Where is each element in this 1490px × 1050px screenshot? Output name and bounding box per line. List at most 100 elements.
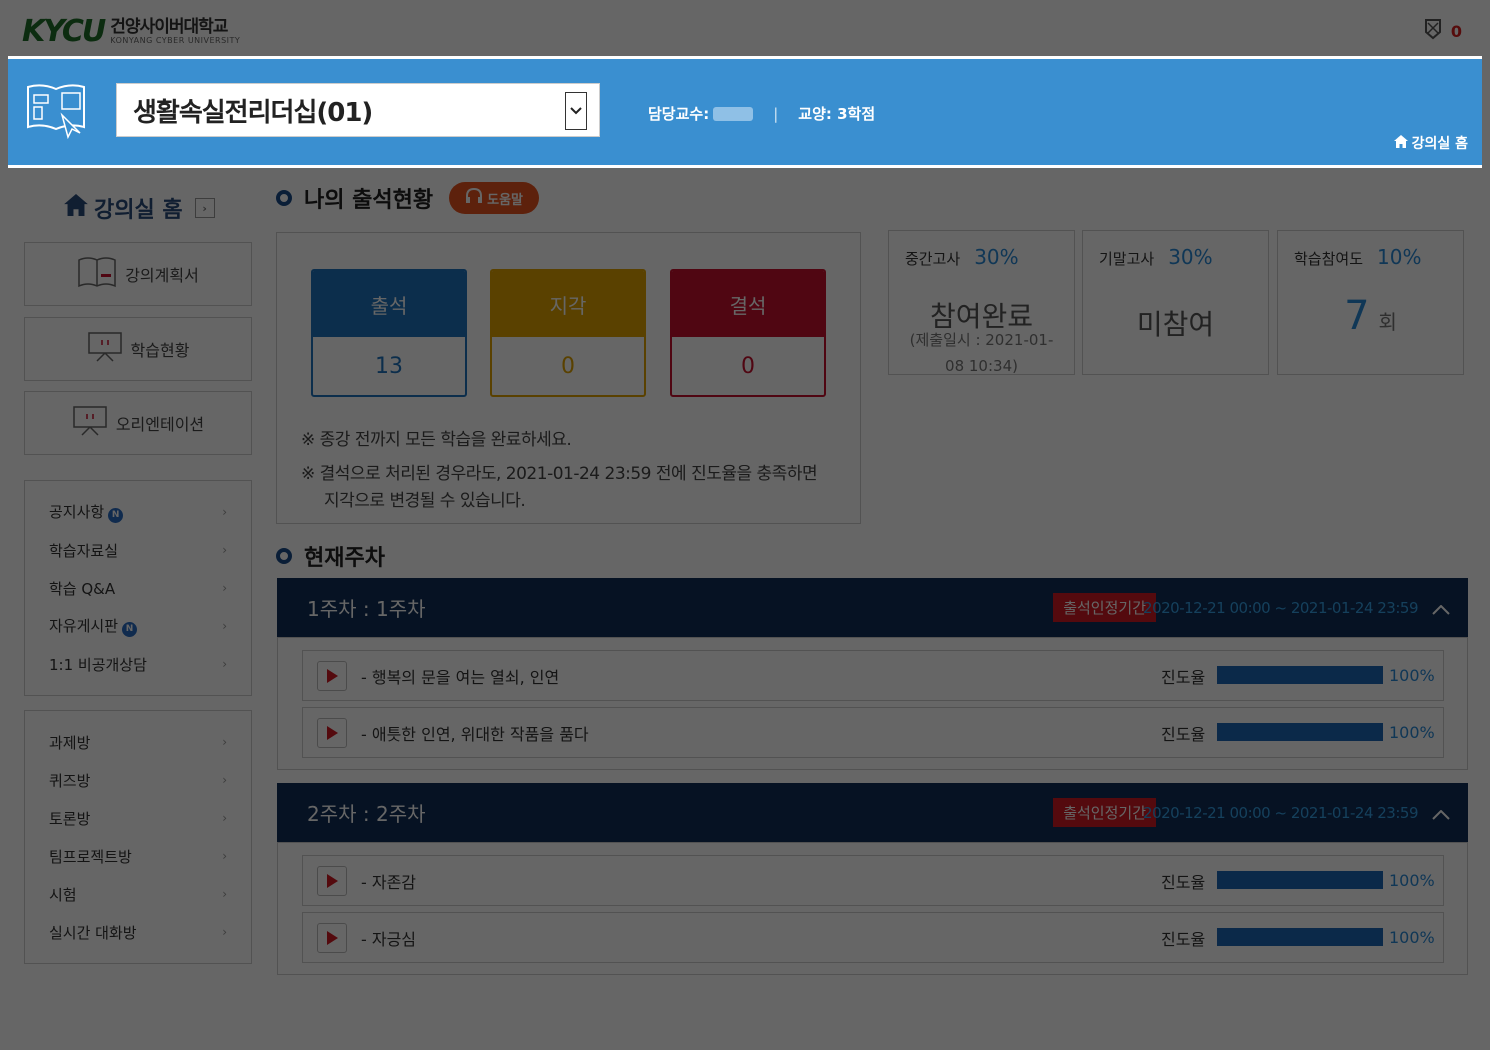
lesson-row[interactable]: - 애틋한 인연, 위대한 작품을 품다 진도율 100% [302, 707, 1444, 758]
progress-label: 진도율 [1161, 929, 1206, 949]
sidebar-item-live-chat[interactable]: 실시간 대화방 › [25, 913, 251, 951]
week-lessons-2: - 자존감 진도율 100% - 자긍심 진도율 100% [277, 842, 1468, 975]
week-title: 2주차 : 2주차 [307, 802, 426, 826]
card-label: 지각 [492, 271, 644, 337]
dim-overlay-left [0, 56, 8, 168]
sidebar-item-team-project[interactable]: 팀프로젝트방 › [25, 837, 251, 875]
score-weight: 30% [974, 245, 1019, 269]
new-badge: N [108, 507, 124, 523]
play-icon[interactable] [317, 866, 347, 896]
sidebar-item-label: 실시간 대화방 [49, 923, 137, 942]
sidebar-item-label: 팀프로젝트방 [49, 847, 132, 866]
chevron-right-icon: › [222, 619, 227, 633]
week-header-2[interactable]: 2주차 : 2주차 출석인정기간 2020-12-21 00:00 ~ 2021… [277, 783, 1468, 842]
professor-label: 담당교수: [648, 105, 710, 123]
attendance-present-card: 출석 13 [311, 269, 467, 397]
syllabus-button[interactable]: 강의계획서 [24, 242, 252, 306]
course-select[interactable]: 생활속실전리더십(01) [116, 83, 600, 137]
sidebar-item-notice[interactable]: 공지사항 N › [25, 493, 251, 531]
week-header-1[interactable]: 1주차 : 1주차 출석인정기간 2020-12-21 00:00 ~ 2021… [277, 578, 1468, 637]
home-icon [64, 194, 88, 222]
score-weight: 10% [1377, 245, 1422, 269]
current-week-section-title: 현재주차 [276, 540, 385, 572]
sidebar-item-qna[interactable]: 학습 Q&A › [25, 569, 251, 607]
score-status: 미참여 [1136, 308, 1215, 341]
sidebar-item-exam[interactable]: 시험 › [25, 875, 251, 913]
sidebar-item-label: 퀴즈방 [49, 771, 91, 790]
sidebar-item-assignment[interactable]: 과제방 › [25, 723, 251, 761]
lesson-row[interactable]: - 자존감 진도율 100% [302, 855, 1444, 906]
book-icon [77, 254, 117, 294]
week-title: 1주차 : 1주차 [307, 597, 426, 621]
classroom-icon [24, 81, 88, 145]
orientation-label: 오리엔테이션 [115, 415, 205, 434]
participation-score-box[interactable]: 학습참여도 10% 7 회 [1277, 230, 1464, 375]
progress-fill [1217, 723, 1383, 741]
lesson-row[interactable]: - 자긍심 진도율 100% [302, 912, 1444, 963]
bullet-icon [276, 548, 292, 564]
chevron-right-icon: › [222, 773, 227, 787]
course-info: 담당교수: | 교양: 3학점 [648, 103, 875, 124]
notification-area[interactable]: 0 [1423, 18, 1462, 44]
midterm-score-box[interactable]: 중간고사 30% 참여완료 (제출일시 : 2021-01- 08 10:34) [888, 230, 1075, 375]
classroom-home-link[interactable]: 강의실 홈 [1393, 133, 1468, 153]
play-icon[interactable] [317, 718, 347, 748]
chevron-up-icon[interactable] [1432, 801, 1450, 825]
progress-bar [1217, 871, 1383, 889]
progress-percent: 100% [1389, 928, 1435, 947]
chevron-down-icon[interactable] [565, 92, 587, 130]
lesson-title: - 행복의 문을 여는 열쇠, 인연 [361, 667, 560, 687]
home-icon [1393, 134, 1408, 152]
submission-time-cont: 08 10:34) [945, 357, 1018, 375]
learning-status-button[interactable]: 학습현황 [24, 317, 252, 381]
chevron-right-icon: › [222, 925, 227, 939]
sidebar-item-label: 학습자료실 [49, 541, 119, 560]
course-category: 교양: 3학점 [798, 105, 876, 123]
sidebar-home-label: 강의실 홈 [94, 198, 183, 223]
info-divider: | [773, 104, 779, 123]
sidebar-item-materials[interactable]: 학습자료실 › [25, 531, 251, 569]
attendance-section-title: 나의 출석현황 도움말 [276, 182, 539, 214]
new-badge: N [122, 621, 138, 637]
course-header: 생활속실전리더십(01) 담당교수: | 교양: 3학점 강의실 홈 [8, 56, 1482, 168]
professor-name-redacted [713, 106, 754, 121]
chevron-right-icon: › [194, 198, 215, 218]
sidebar-item-free-board[interactable]: 자유게시판 N › [25, 607, 251, 645]
sidebar-item-private-counsel[interactable]: 1:1 비공개상담 › [25, 645, 251, 683]
progress-label: 진도율 [1161, 724, 1206, 744]
lesson-title: - 애틋한 인연, 위대한 작품을 품다 [361, 724, 589, 744]
sidebar-activity-list: 과제방 › 퀴즈방 › 토론방 › 팀프로젝트방 › 시험 › 실시간 대화방 › [24, 710, 252, 964]
attendance-period: 2020-12-21 00:00 ~ 2021-01-24 23:59 [1143, 803, 1418, 822]
progress-bar [1217, 666, 1383, 684]
logo-mark: KYCU [22, 14, 106, 49]
attendance-note-1: ※ 종강 전까지 모든 학습을 완료하세요. [301, 430, 572, 450]
attendance-period-badge: 출석인정기간 [1053, 593, 1156, 622]
progress-percent: 100% [1389, 723, 1435, 742]
sidebar-item-label: 시험 [49, 885, 77, 904]
board-icon [72, 405, 108, 441]
chevron-right-icon: › [222, 505, 227, 519]
chevron-up-icon[interactable] [1432, 596, 1450, 620]
university-logo[interactable]: KYCU 건양사이버대학교 KONYANG CYBER UNIVERSITY [22, 14, 240, 49]
progress-fill [1217, 871, 1383, 889]
final-score-box[interactable]: 기말고사 30% 미참여 [1082, 230, 1269, 375]
help-button[interactable]: 도움말 [449, 182, 539, 214]
sidebar-item-discussion[interactable]: 토론방 › [25, 799, 251, 837]
card-value: 0 [741, 353, 755, 379]
logo-korean-name: 건양사이버대학교 [110, 17, 228, 37]
orientation-button[interactable]: 오리엔테이션 [24, 391, 252, 455]
sidebar-item-label: 과제방 [49, 733, 91, 752]
sidebar-item-quiz[interactable]: 퀴즈방 › [25, 761, 251, 799]
bell-icon[interactable] [1423, 18, 1443, 44]
play-icon[interactable] [317, 923, 347, 953]
chevron-right-icon: › [222, 657, 227, 671]
headset-icon [465, 187, 483, 208]
score-weight: 30% [1168, 245, 1213, 269]
attendance-absent-card: 결석 0 [670, 269, 826, 397]
progress-bar [1217, 928, 1383, 946]
lesson-row[interactable]: - 행복의 문을 여는 열쇠, 인연 진도율 100% [302, 650, 1444, 701]
chevron-right-icon: › [222, 543, 227, 557]
top-bar: KYCU 건양사이버대학교 KONYANG CYBER UNIVERSITY 0 [0, 0, 1490, 56]
sidebar-home-link[interactable]: 강의실 홈 › [64, 192, 215, 224]
play-icon[interactable] [317, 661, 347, 691]
